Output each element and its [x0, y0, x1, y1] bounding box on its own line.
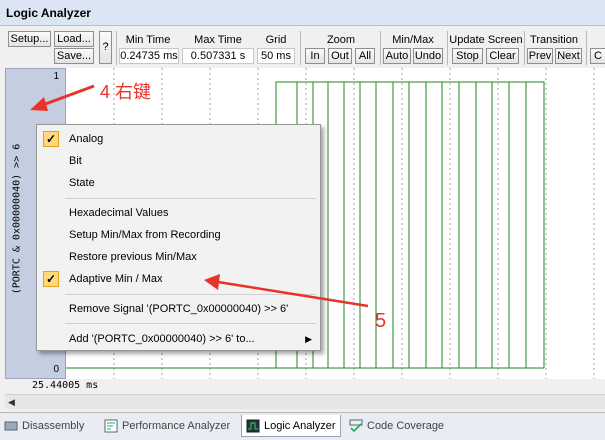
annotation-arrows [30, 84, 369, 308]
annotation-step-5-label: 5 [375, 310, 387, 332]
annotation-arrow-right-click [30, 84, 95, 111]
annotation-arrow-adaptive [204, 274, 369, 308]
annotation-right-click-label: 4 右键 [100, 82, 152, 102]
